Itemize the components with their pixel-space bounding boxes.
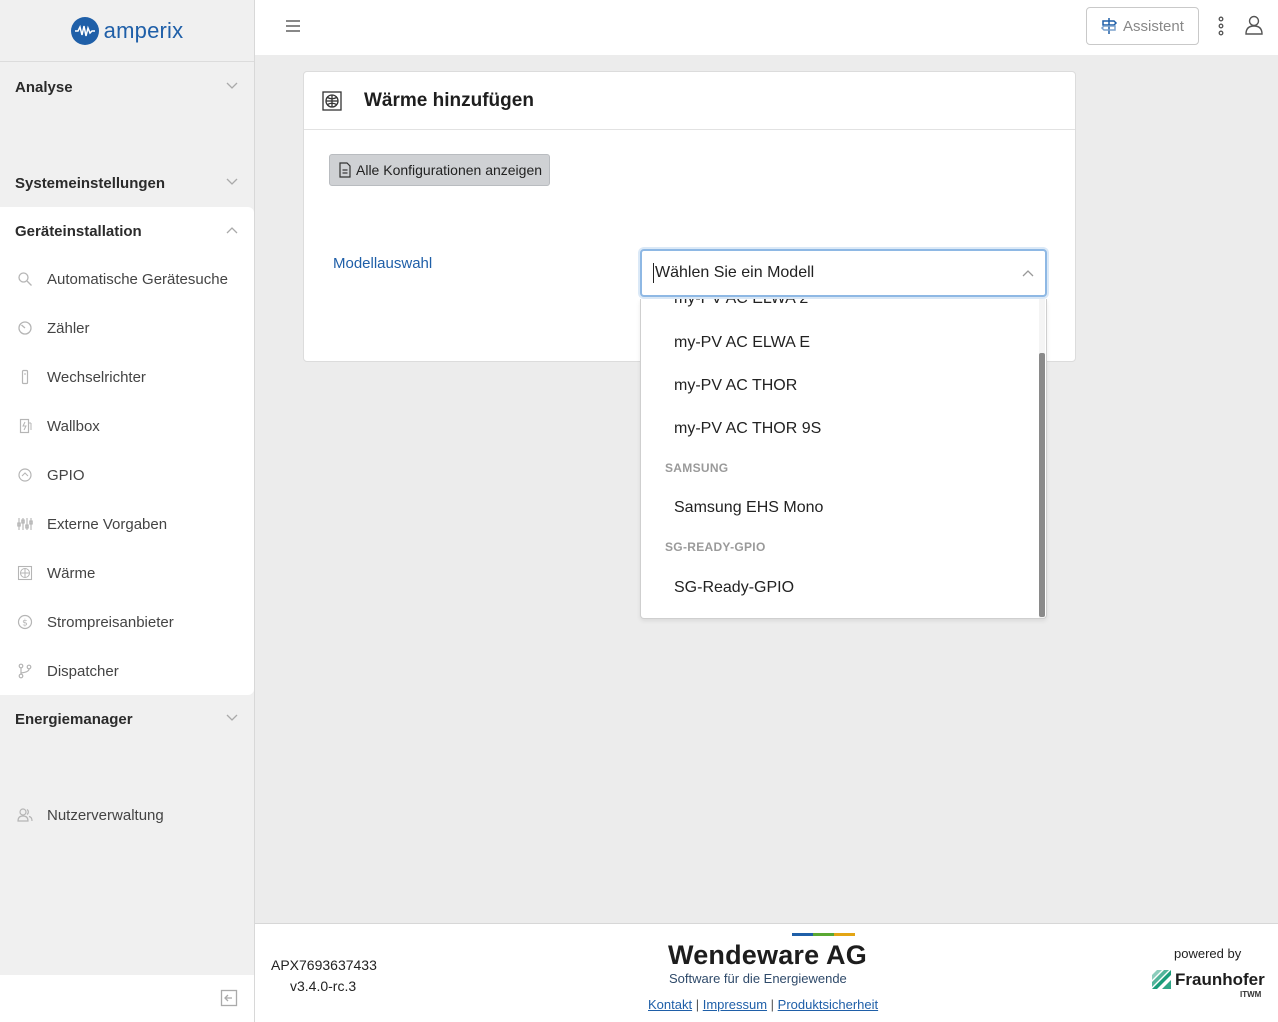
- text-cursor: [653, 263, 654, 283]
- svg-text:$: $: [22, 619, 28, 629]
- assistant-label: Assistent: [1123, 17, 1184, 35]
- nav-group-label: Energiemanager: [15, 710, 133, 728]
- topbar: Assistent: [255, 0, 1278, 55]
- sidebar-item-label: Wärme: [47, 565, 96, 582]
- sidebar-collapse-bar: [0, 975, 254, 1022]
- sidebar-item-label: Externe Vorgaben: [47, 516, 168, 533]
- sidebar-item-label: Nutzerverwaltung: [47, 807, 164, 824]
- imprint-link[interactable]: Impressum: [703, 997, 767, 1012]
- nav-group-system[interactable]: Systemeinstellungen: [0, 159, 254, 207]
- sidebar-item-inverter[interactable]: Wechselrichter: [0, 353, 254, 402]
- model-dropdown-list: my-PV AC ELWA 2 my-PV AC ELWA E my-PV AC…: [640, 299, 1047, 619]
- sidebar-item-label: Dispatcher: [47, 663, 119, 680]
- button-label: Alle Konfigurationen anzeigen: [356, 162, 543, 178]
- model-selection-label: Modellauswahl: [333, 255, 433, 272]
- sidebar-item-gpio[interactable]: GPIO: [0, 451, 254, 500]
- dropdown-option[interactable]: my-PV AC THOR: [674, 377, 797, 395]
- sidebar-item-meter[interactable]: Zähler: [0, 304, 254, 353]
- company-tagline: Software für die Energiewende: [669, 971, 847, 986]
- dropdown-option[interactable]: my-PV AC THOR 9S: [674, 420, 821, 438]
- chevron-up-icon: [1022, 270, 1034, 277]
- brand-logo[interactable]: amperix: [0, 0, 254, 62]
- price-icon: $: [17, 614, 33, 630]
- heat-icon: [17, 565, 33, 581]
- model-select[interactable]: Wählen Sie ein Modell: [640, 249, 1047, 297]
- company-name: Wendeware AG: [668, 940, 867, 970]
- branch-icon: [18, 663, 32, 679]
- sidebar-item-label: Zähler: [47, 320, 90, 337]
- nav-group-label: Analyse: [15, 78, 73, 96]
- sidebar-item-device-search[interactable]: Automatische Gerätesuche: [0, 255, 254, 304]
- sidebar-item-price[interactable]: $ Strompreisanbieter: [0, 598, 254, 647]
- users-icon: [17, 808, 33, 822]
- search-icon: [18, 272, 32, 286]
- sidebar-item-label: Automatische Gerätesuche: [47, 271, 228, 288]
- partner-subtitle: ITWM: [1240, 990, 1262, 999]
- amperix-logo-icon: [70, 16, 99, 45]
- meter-icon: [18, 321, 32, 335]
- sidebar-item-dispatcher[interactable]: Dispatcher: [0, 647, 254, 696]
- sliders-icon: [17, 518, 33, 530]
- link-separator: |: [770, 997, 775, 1012]
- dropdown-option[interactable]: Samsung EHS Mono: [674, 499, 823, 517]
- gpio-icon: [18, 468, 32, 482]
- sidebar-item-label: Wechselrichter: [47, 369, 146, 386]
- chevron-up-icon: [226, 227, 238, 234]
- nav-group-label: Geräteinstallation: [15, 222, 142, 240]
- fraunhofer-mark-icon: [1152, 970, 1171, 989]
- page-title: Wärme hinzufügen: [364, 89, 534, 111]
- nav-group-devices[interactable]: Geräteinstallation: [0, 207, 254, 255]
- user-profile-icon[interactable]: [1245, 15, 1263, 35]
- model-select-placeholder: Wählen Sie ein Modell: [655, 264, 815, 281]
- partner-name: Fraunhofer: [1175, 970, 1265, 989]
- sidebar-item-heat[interactable]: Wärme: [0, 549, 254, 598]
- sidebar: amperix Analyse Systemeinstellungen Gerä…: [0, 0, 255, 1022]
- document-icon: [339, 162, 351, 178]
- fraunhofer-logo: Fraunhofer ITWM: [1152, 970, 1265, 999]
- chevron-down-icon: [226, 714, 238, 721]
- product-safety-link[interactable]: Produktsicherheit: [778, 997, 878, 1012]
- sidebar-item-label: Strompreisanbieter: [47, 614, 174, 631]
- sidebar-item-external[interactable]: Externe Vorgaben: [0, 500, 254, 549]
- device-serial: APX7693637433: [271, 957, 377, 973]
- nav-group-energy[interactable]: Energiemanager: [0, 695, 254, 743]
- signpost-icon: [1100, 18, 1118, 34]
- brand-name: amperix: [103, 17, 184, 43]
- nav-group-label: Systemeinstellungen: [15, 174, 166, 192]
- heat-icon: [322, 90, 342, 111]
- card-header: Wärme hinzufügen: [304, 72, 1075, 130]
- footer-links: Kontakt | Impressum | Produktsicherheit: [648, 997, 878, 1012]
- assistant-button[interactable]: Assistent: [1086, 7, 1199, 45]
- software-version: v3.4.0-rc.3: [290, 978, 357, 994]
- dropdown-group-header: SG-READY-GPIO: [665, 540, 766, 554]
- dropdown-option[interactable]: my-PV AC ELWA E: [674, 334, 810, 352]
- menu-icon[interactable]: [285, 19, 301, 33]
- show-all-configurations-button[interactable]: Alle Konfigurationen anzeigen: [329, 154, 550, 186]
- wendeware-color-bars: [792, 933, 855, 936]
- wallbox-icon: [19, 418, 32, 434]
- dropdown-scrollbar-thumb[interactable]: [1039, 353, 1045, 617]
- dropdown-option[interactable]: my-PV AC ELWA 2: [674, 299, 808, 308]
- sidebar-item-user-management[interactable]: Nutzerverwaltung: [0, 791, 254, 840]
- chevron-down-icon: [226, 82, 238, 89]
- sidebar-item-wallbox[interactable]: Wallbox: [0, 402, 254, 451]
- nav-group-devices-panel: Geräteinstallation Automatische Gerätesu…: [0, 207, 254, 695]
- contact-link[interactable]: Kontakt: [648, 997, 692, 1012]
- footer: APX7693637433 v3.4.0-rc.3 Wendeware AG S…: [255, 923, 1278, 1022]
- sidebar-item-label: Wallbox: [47, 418, 100, 435]
- sidebar-item-label: GPIO: [47, 467, 85, 484]
- chevron-down-icon: [226, 178, 238, 185]
- inverter-icon: [21, 369, 29, 385]
- dropdown-group-header: SAMSUNG: [665, 461, 729, 475]
- more-options-icon[interactable]: [1218, 16, 1224, 36]
- powered-by-label: powered by: [1174, 946, 1242, 961]
- nav-group-analyse[interactable]: Analyse: [0, 63, 254, 111]
- link-separator: |: [695, 997, 700, 1012]
- collapse-sidebar-icon[interactable]: [220, 989, 238, 1007]
- dropdown-option[interactable]: SG-Ready-GPIO: [674, 579, 794, 597]
